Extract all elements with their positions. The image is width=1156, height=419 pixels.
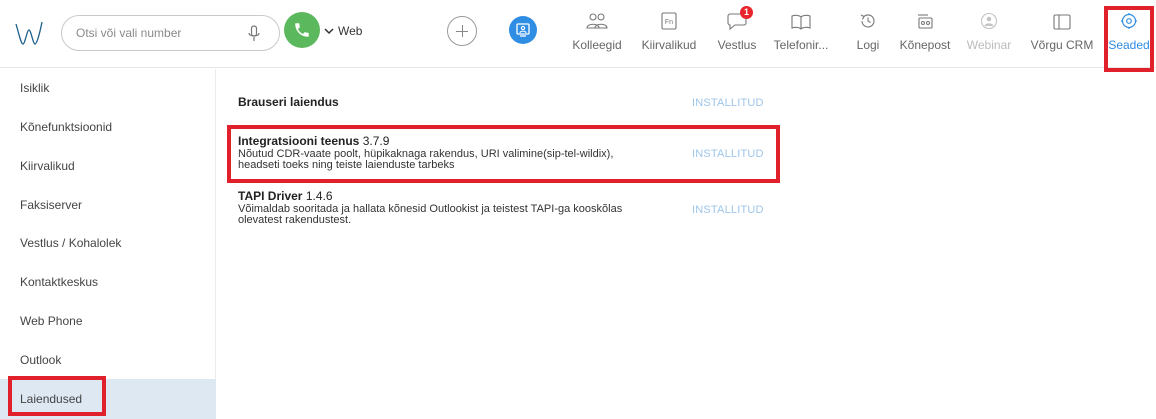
settings-sidebar: Isiklik Kõnefunktsioonid Kiirvalikud Fak… bbox=[0, 69, 216, 419]
nav-label: Kolleegid bbox=[572, 38, 622, 52]
nav-label: Kõnepost bbox=[899, 38, 951, 52]
chevron-down-icon bbox=[324, 28, 334, 35]
nav-label: Kiirvalikud bbox=[641, 38, 697, 52]
add-button[interactable] bbox=[447, 16, 477, 46]
nav-label: Logi bbox=[856, 38, 880, 52]
sidebar-item-outlook[interactable]: Outlook bbox=[0, 341, 216, 379]
extension-status: INSTALLITUD bbox=[692, 97, 764, 109]
voicemail-icon bbox=[918, 14, 933, 29]
integration-annotation-box bbox=[227, 125, 780, 183]
line-selector[interactable]: Web bbox=[324, 24, 362, 38]
sidebar-item-konefunktsioonid[interactable]: Kõnefunktsioonid bbox=[0, 108, 216, 146]
seaded-annotation-box bbox=[1104, 6, 1154, 72]
sidebar-item-web-phone[interactable]: Web Phone bbox=[0, 302, 216, 340]
sidebar-item-vestlus-kohalolek[interactable]: Vestlus / Kohalolek bbox=[0, 224, 216, 262]
sidebar-item-isiklik[interactable]: Isiklik bbox=[0, 69, 216, 107]
nav-logi[interactable]: Logi bbox=[852, 6, 884, 62]
svg-text:Fn: Fn bbox=[665, 19, 673, 26]
history-icon bbox=[860, 14, 875, 28]
nav-label: Võrgu CRM bbox=[1030, 38, 1094, 52]
line-selector-label: Web bbox=[338, 24, 363, 38]
chat-unread-badge: 1 bbox=[740, 6, 753, 19]
screen-share-icon bbox=[516, 23, 530, 37]
call-button[interactable] bbox=[284, 12, 320, 48]
nav-label: Telefonir... bbox=[773, 38, 829, 52]
wildix-logo[interactable] bbox=[14, 20, 44, 48]
laiendused-annotation-box bbox=[8, 376, 106, 416]
nav-vestlus[interactable]: 1 Vestlus bbox=[712, 6, 762, 62]
extension-version: 1.4.6 bbox=[305, 189, 333, 203]
extension-status: INSTALLITUD bbox=[692, 204, 764, 216]
sidebar-item-kontaktkeskus[interactable]: Kontaktkeskus bbox=[0, 263, 216, 301]
nav-label: Vestlus bbox=[717, 38, 757, 52]
colleagues-icon bbox=[586, 13, 608, 29]
webinar-icon bbox=[980, 12, 998, 30]
sidebar-item-kiirvalikud[interactable]: Kiirvalikud bbox=[0, 147, 216, 185]
nav-telefoniraamat[interactable]: Telefonir... bbox=[771, 6, 831, 62]
fn-key-icon: Fn bbox=[661, 12, 677, 30]
nav-konepost[interactable]: Kõnepost bbox=[896, 6, 954, 62]
extension-name: TAPI Driver bbox=[238, 189, 303, 203]
extension-name: Brauseri laiendus bbox=[238, 95, 339, 109]
search-input[interactable] bbox=[76, 24, 236, 42]
top-bar: Web Kolleegid Fn Kiirvali bbox=[0, 0, 1156, 68]
nav-kiirvalikud[interactable]: Fn Kiirvalikud bbox=[636, 6, 702, 62]
nav-label: Webinar bbox=[966, 38, 1012, 52]
extension-description: Võimaldab sooritada ja hallata kõnesid O… bbox=[238, 203, 623, 226]
crm-icon bbox=[1053, 14, 1071, 30]
phone-icon bbox=[295, 23, 309, 37]
phonebook-icon bbox=[791, 14, 811, 30]
microphone-icon[interactable] bbox=[247, 24, 261, 44]
screen-share-button[interactable] bbox=[509, 16, 537, 44]
nav-vorgu-crm[interactable]: Võrgu CRM bbox=[1030, 6, 1094, 62]
search-box[interactable] bbox=[61, 15, 280, 51]
nav-kolleegid[interactable]: Kolleegid bbox=[569, 6, 625, 62]
nav-webinar: Webinar bbox=[966, 6, 1012, 62]
sidebar-item-faksiserver[interactable]: Faksiserver bbox=[0, 186, 216, 224]
extensions-panel: Brauseri laiendus INSTALLITUD Integratsi… bbox=[216, 69, 1156, 419]
